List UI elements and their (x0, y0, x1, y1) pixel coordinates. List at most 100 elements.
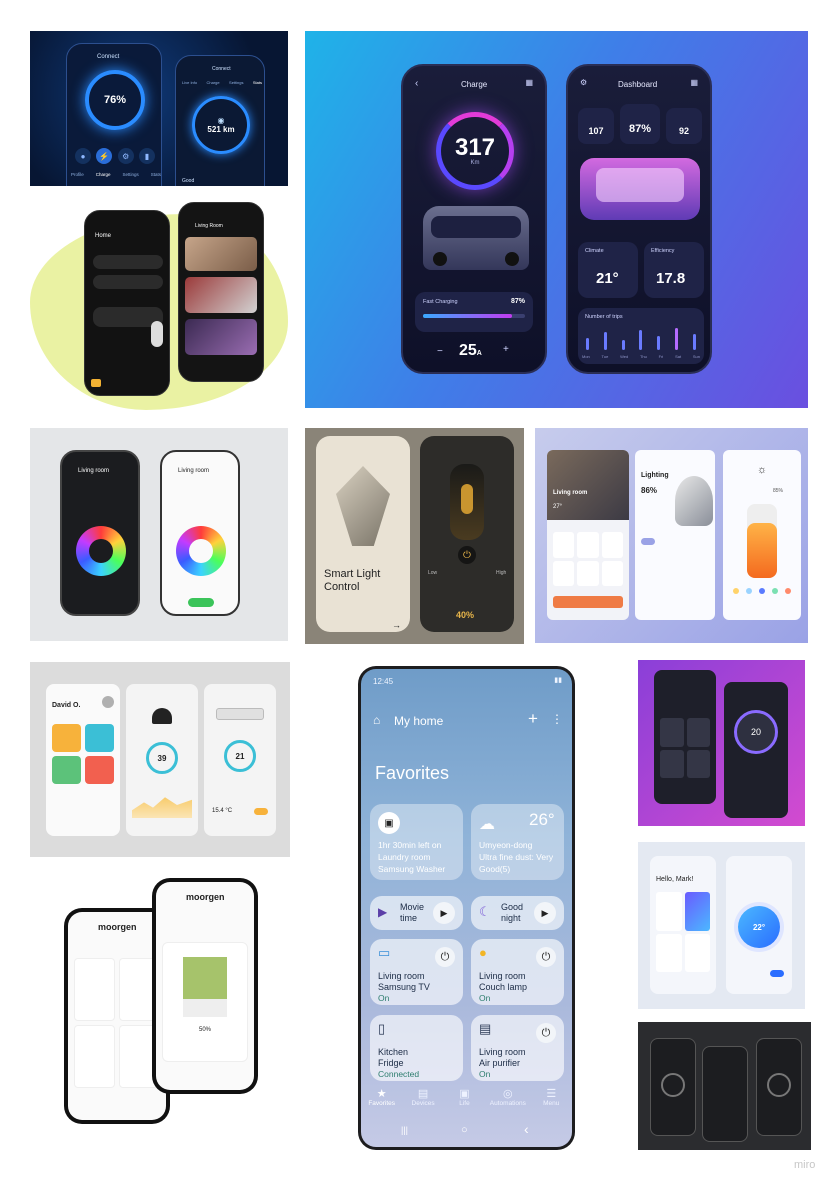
device-card-red[interactable] (85, 756, 114, 784)
device-tile[interactable] (656, 892, 682, 931)
play-button-icon[interactable]: ▶ (534, 902, 556, 924)
control-tile[interactable] (660, 718, 684, 747)
control-tile[interactable] (660, 749, 684, 778)
nav-settings[interactable]: Settings (122, 172, 138, 177)
room-photo-2[interactable] (185, 277, 257, 313)
play-button-icon[interactable]: ▶ (433, 902, 455, 924)
weather-card[interactable]: ☁ 26° Umyeon-dong Ultra fine dust: Very … (471, 804, 564, 880)
brightness-ring[interactable]: 39 (146, 742, 178, 774)
color-wheel[interactable] (76, 526, 126, 576)
add-button[interactable]: + (528, 709, 538, 729)
ac-toggle[interactable] (254, 808, 268, 815)
status-time: 12:45 (373, 677, 394, 686)
avatar[interactable] (102, 696, 114, 708)
air-purifier-card[interactable]: ▤ ⏻ Living room Air purifier On (471, 1015, 564, 1081)
climate-card[interactable]: Climate 21° (578, 242, 638, 298)
device-tile[interactable] (601, 532, 623, 558)
color-dot[interactable] (759, 588, 765, 594)
power-button-icon[interactable]: ⏻ (435, 947, 455, 967)
power-toggle[interactable] (188, 598, 214, 607)
tab-settings[interactable]: Settings (229, 80, 243, 85)
amp-plus-button[interactable]: + (503, 344, 509, 355)
nav-charge[interactable]: Charge (96, 172, 111, 177)
room-photo-3[interactable] (185, 319, 257, 355)
fridge-card[interactable]: ▯ Kitchen Fridge Connected (370, 1015, 463, 1081)
toggle-switch[interactable] (151, 321, 163, 347)
nav-favorites[interactable]: ★ Favorites (362, 1087, 402, 1115)
fast-charging-bar[interactable] (423, 314, 525, 318)
device-tile[interactable] (577, 532, 599, 558)
power-button-icon[interactable]: ⏻ (536, 1023, 556, 1043)
control-tile[interactable] (686, 749, 710, 778)
more-button[interactable]: ⋮ (551, 712, 563, 726)
device-tile[interactable] (553, 532, 575, 558)
tab-connect[interactable]: Connect (97, 54, 119, 60)
tv-card[interactable]: ▭ ⏻ Living room Samsung TV On (370, 939, 463, 1005)
control-row-2[interactable] (93, 275, 163, 289)
efficiency-card[interactable]: Efficiency 17.8 (644, 242, 704, 298)
color-dot[interactable] (733, 588, 739, 594)
power-button-icon[interactable]: ⏻ (536, 947, 556, 967)
arrow-right-icon[interactable]: → (392, 620, 401, 630)
room-photo-1[interactable] (185, 237, 257, 271)
device-card[interactable] (74, 958, 115, 1021)
amp-minus-button[interactable]: − (437, 346, 443, 357)
back-icon[interactable]: ‹ (415, 78, 418, 89)
nav-stats[interactable]: Stats (151, 172, 161, 177)
device-tile[interactable] (601, 560, 623, 586)
color-wheel[interactable] (176, 526, 226, 576)
device-card-green[interactable] (52, 756, 81, 784)
schedule-toggle[interactable] (641, 538, 655, 545)
nav-menu[interactable]: ☰ Menu (531, 1087, 571, 1115)
color-dot[interactable] (746, 588, 752, 594)
thermostat-dial[interactable]: 20 (734, 710, 778, 754)
device-tile[interactable] (656, 933, 682, 972)
back-button[interactable]: ‹ (524, 1121, 529, 1137)
device-card[interactable] (74, 1025, 115, 1088)
stat-value-1: 107 (588, 126, 604, 136)
tab-connect-right[interactable]: Connect (212, 66, 231, 72)
grid-icon[interactable]: ▦ (690, 78, 698, 87)
ac-ring[interactable]: 21 (224, 740, 256, 772)
control-row-1[interactable] (93, 255, 163, 269)
nav-devices[interactable]: ▤ Devices (403, 1087, 443, 1115)
home-icon: ⌂ (373, 713, 381, 727)
device-tile[interactable] (684, 933, 710, 972)
thermostat-dial[interactable]: 22° (738, 906, 780, 948)
gauge-icon[interactable] (767, 1073, 791, 1097)
bolt-icon[interactable]: ⚡ (96, 148, 113, 164)
brightness-slider[interactable] (747, 504, 777, 578)
nav-automations[interactable]: ◎ Automations (486, 1087, 530, 1115)
power-button-icon[interactable]: ⏻ (458, 546, 476, 564)
color-dot[interactable] (785, 588, 791, 594)
add-device-button[interactable] (553, 596, 623, 608)
home-button[interactable]: ○ (461, 1124, 468, 1136)
stats-icon[interactable]: ▮ (138, 148, 155, 164)
device-card-orange[interactable] (52, 724, 81, 752)
washer-card[interactable]: ▣ 1hr 30min left on Laundry room Samsung… (370, 804, 463, 880)
control-tile[interactable] (686, 718, 710, 747)
mark-toggle[interactable] (770, 970, 784, 977)
settings-icon[interactable]: ⚙ (580, 78, 587, 87)
nav-profile[interactable]: Profile (71, 172, 84, 177)
blind-visual[interactable] (183, 957, 227, 1017)
recent-apps-button[interactable]: ||| (401, 1125, 408, 1135)
day-label: Tue (601, 354, 609, 359)
tab-live-info[interactable]: Live Info (182, 80, 197, 85)
device-card-teal[interactable] (85, 724, 114, 752)
tab-charge[interactable]: Charge (207, 80, 220, 85)
color-dot[interactable] (772, 588, 778, 594)
couch-lamp-card[interactable]: ● ⏻ Living room Couch lamp On (471, 939, 564, 1005)
profile-icon[interactable]: ● (75, 148, 91, 164)
grid-icon[interactable]: ▦ (525, 78, 533, 87)
nav-life[interactable]: ▣ Life (444, 1087, 484, 1115)
good-night-card[interactable]: ☾ Good night ▶ (471, 896, 564, 930)
gear-icon[interactable]: ⚙ (117, 148, 134, 164)
device-tile[interactable] (577, 560, 599, 586)
dial-icon[interactable] (661, 1073, 685, 1097)
device-tile[interactable] (553, 560, 575, 586)
movie-time-card[interactable]: ▶ Movie time ▶ (370, 896, 463, 930)
device-tile[interactable] (684, 892, 710, 931)
tab-stats[interactable]: Stats (253, 80, 262, 85)
purple-list-phone (654, 670, 716, 804)
